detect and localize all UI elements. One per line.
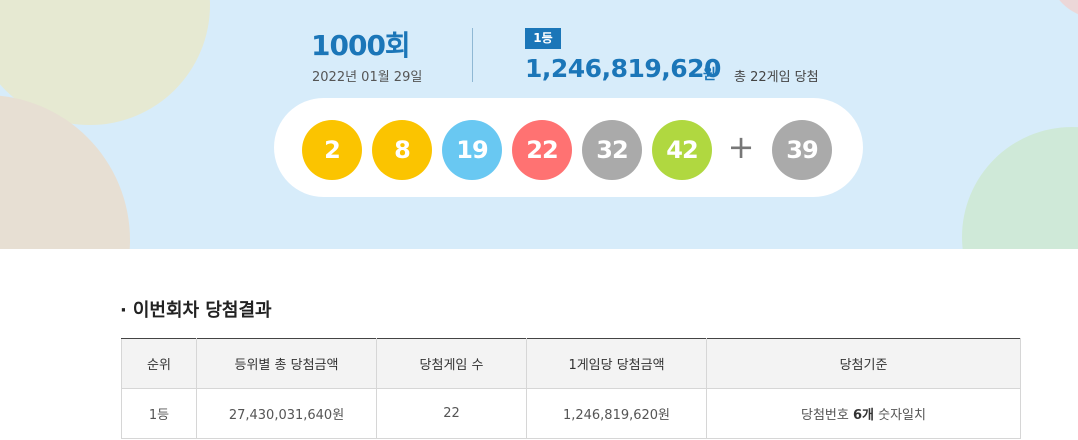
table-header-row: 순위 등위별 총 당첨금액 당첨게임 수 1게임당 당첨금액 당첨기준 [121,338,1021,389]
winning-ball: 42 [652,120,712,180]
section-title: · 이번회차 당첨결과 [120,296,272,322]
winning-ball: 2 [302,120,362,180]
criteria-prefix: 당첨번호 [801,408,853,423]
plus-icon: + [727,128,755,166]
rank-cell: 1등 [121,388,197,439]
winning-ball: 8 [372,120,432,180]
divider [472,28,473,82]
draw-date: 2022년 01월 29일 [312,70,423,85]
column-header: 순위 [121,338,197,389]
decorative-circle [962,127,1078,249]
first-prize-unit: 원 [703,67,716,83]
results-table: 순위 등위별 총 당첨금액 당첨게임 수 1게임당 당첨금액 당첨기준 1등 2… [121,338,1021,439]
per-game-amount-cell: 1,246,819,620원 [526,388,707,439]
criteria-count: 6개 [852,408,874,423]
bullet-icon: · [120,300,127,321]
column-header: 1게임당 당첨금액 [526,338,707,389]
total-amount-cell: 27,430,031,640원 [196,388,377,439]
rank-badge: 1등 [525,28,561,49]
section-title-text: 이번회차 당첨결과 [132,300,272,321]
winner-count: 총 22게임 당첨 [734,70,819,85]
winning-ball: 32 [582,120,642,180]
column-header: 당첨기준 [706,338,1021,389]
column-header: 등위별 총 당첨금액 [196,338,377,389]
bonus-ball: 39 [772,120,832,180]
column-header: 당첨게임 수 [376,338,527,389]
decorative-circle [1050,0,1078,20]
draw-result-banner: 1000회 2022년 01월 29일 1등 1,246,819,620 원 총… [0,0,1078,249]
winning-ball: 22 [512,120,572,180]
first-prize-amount: 1,246,819,620 [525,54,721,83]
criteria-suffix: 숫자일치 [874,408,926,423]
winning-ball: 19 [442,120,502,180]
draw-round: 1000회 [311,29,411,62]
winning-games-cell: 22 [376,388,527,439]
criteria-cell: 당첨번호 6개 숫자일치 [706,388,1021,439]
table-row: 1등 27,430,031,640원 22 1,246,819,620원 당첨번… [121,388,1021,439]
